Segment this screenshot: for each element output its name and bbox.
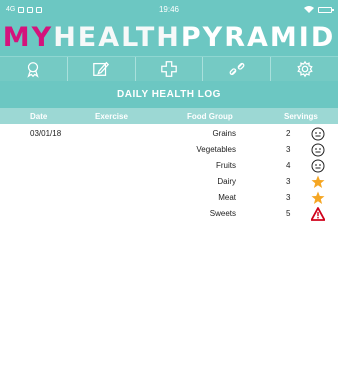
nav-ribbon-button[interactable] <box>0 57 68 81</box>
cell-food-group: Dairy <box>217 177 236 186</box>
star-icon <box>311 175 325 189</box>
header-exercise: Exercise <box>95 112 128 121</box>
header-servings: Servings <box>284 112 318 121</box>
star-icon <box>311 191 325 205</box>
cell-food-group: Vegetables <box>196 145 236 154</box>
warning-icon <box>310 207 326 221</box>
table-header: Date Exercise Food Group Servings <box>0 108 338 124</box>
nav-icon-bar <box>0 56 338 81</box>
settings-icon <box>296 60 313 78</box>
edit-icon <box>93 61 110 76</box>
notification-icon <box>36 6 43 13</box>
cell-food-group: Meat <box>218 193 236 202</box>
header-date: Date <box>30 112 48 121</box>
table-row[interactable]: Dairy 3 <box>0 174 338 190</box>
cell-servings: 3 <box>286 145 291 154</box>
log-table: 03/01/18 Grains 2 Vegetables 3 Fruits 4 … <box>0 124 338 244</box>
ribbon-icon <box>27 62 40 78</box>
battery-icon <box>318 6 334 13</box>
carrier-text: 4G <box>6 6 16 13</box>
status-right <box>304 6 334 13</box>
nav-edit-button[interactable] <box>68 57 136 81</box>
cell-food-group: Sweets <box>209 209 236 218</box>
neutral-face-icon <box>311 143 325 157</box>
brand-my: MY <box>2 22 54 53</box>
notification-icon <box>18 6 25 13</box>
table-row[interactable]: Vegetables 3 <box>0 142 338 158</box>
status-left: 4G <box>6 6 43 13</box>
daily-log-title: DAILY HEALTH LOG <box>0 81 338 108</box>
app-brand-header: MY HEALTH PYRAMID <box>0 19 338 56</box>
table-row[interactable]: Meat 3 <box>0 190 338 206</box>
table-row[interactable]: Fruits 4 <box>0 158 338 174</box>
cell-servings: 2 <box>286 129 291 138</box>
cell-food-group: Grains <box>212 129 236 138</box>
brand-health: HEALTH <box>53 22 181 53</box>
table-row[interactable]: Sweets 5 <box>0 206 338 222</box>
status-time: 19:46 <box>158 5 180 14</box>
empty-log-area <box>0 244 338 368</box>
brand-pyramid: PYRAMID <box>180 22 336 53</box>
wifi-icon <box>304 6 314 13</box>
cell-servings: 4 <box>286 161 291 170</box>
cell-food-group: Fruits <box>216 161 236 170</box>
neutral-face-icon <box>311 159 325 173</box>
nav-settings-button[interactable] <box>271 57 338 81</box>
header-food-group: Food Group <box>187 112 233 121</box>
cell-servings: 5 <box>286 209 291 218</box>
nav-link-button[interactable] <box>203 57 272 81</box>
link-icon <box>229 62 245 76</box>
cell-servings: 3 <box>286 177 291 186</box>
cell-date: 03/01/18 <box>30 129 62 138</box>
table-row[interactable]: 03/01/18 Grains 2 <box>0 126 338 142</box>
cell-servings: 3 <box>286 193 291 202</box>
status-bar: 4G 19:46 <box>0 0 338 19</box>
notification-icon <box>27 6 34 13</box>
nav-plus-button[interactable] <box>136 57 204 81</box>
neutral-face-icon <box>311 127 325 141</box>
plus-icon <box>161 61 177 77</box>
